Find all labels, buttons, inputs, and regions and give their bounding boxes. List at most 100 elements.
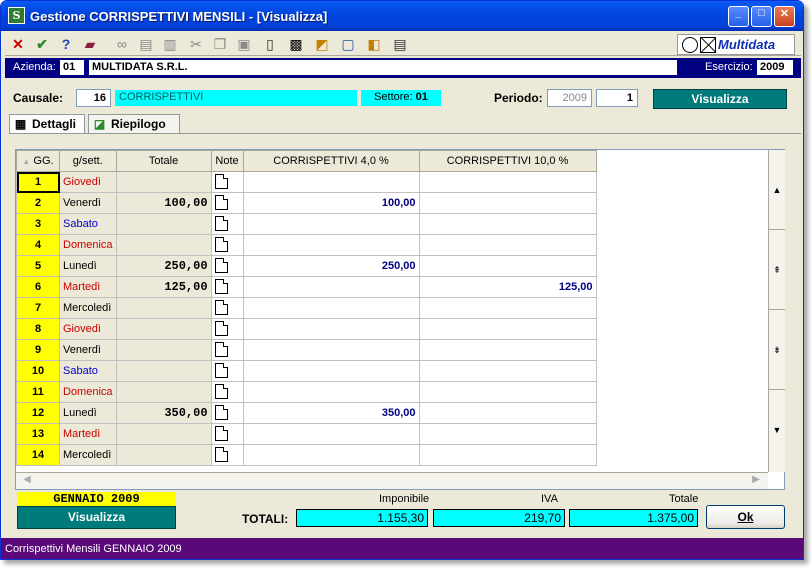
note-cell[interactable] (210, 192, 244, 214)
totale-cell[interactable] (115, 297, 212, 319)
table-row[interactable]: 1 Giovedì (16, 171, 597, 193)
totale-cell[interactable] (115, 423, 212, 445)
corr4-cell[interactable] (242, 360, 420, 382)
totale-cell[interactable] (115, 360, 212, 382)
note-icon[interactable] (214, 195, 228, 210)
note-cell[interactable] (210, 276, 244, 298)
scroll-top-button[interactable]: ▲ (769, 150, 785, 230)
note-icon[interactable] (214, 279, 228, 294)
corr10-cell[interactable]: 125,00 (418, 276, 597, 298)
corr4-cell[interactable] (242, 213, 420, 235)
corr10-cell[interactable] (418, 213, 597, 235)
ruler-icon[interactable]: ◩ (313, 35, 331, 53)
corr10-cell[interactable] (418, 402, 597, 424)
note-icon[interactable] (214, 384, 228, 399)
day-number-cell[interactable]: 2 (16, 192, 60, 214)
col-corr10[interactable]: CORRISPETTIVI 10,0 % (418, 150, 597, 172)
corr4-cell[interactable]: 100,00 (242, 192, 420, 214)
note-icon[interactable] (214, 363, 228, 378)
scroll-bottom-button[interactable]: ▼ (769, 390, 785, 470)
day-number-cell[interactable]: 1 (16, 171, 60, 193)
filter-icon[interactable]: ▩ (287, 35, 305, 53)
note-cell[interactable] (210, 360, 244, 382)
day-number-cell[interactable]: 11 (16, 381, 60, 403)
note-icon[interactable] (214, 174, 228, 189)
corr4-cell[interactable] (242, 297, 420, 319)
corr10-cell[interactable] (418, 381, 597, 403)
table-row[interactable]: 14 Mercoledì (16, 444, 597, 466)
corr4-cell[interactable] (242, 339, 420, 361)
corr10-cell[interactable] (418, 318, 597, 340)
scroll-pagedown-button[interactable]: ⇟ (769, 310, 785, 390)
tab-riepilogo[interactable]: ◪ Riepilogo (88, 114, 180, 134)
note-cell[interactable] (210, 402, 244, 424)
scroll-right-icon[interactable]: ▶ (748, 474, 764, 488)
new-doc-icon[interactable]: ▯ (261, 35, 279, 53)
day-number-cell[interactable]: 10 (16, 360, 60, 382)
note-icon[interactable] (214, 342, 228, 357)
note-icon[interactable] (214, 426, 228, 441)
col-totale[interactable]: Totale (115, 150, 212, 172)
corr4-cell[interactable] (242, 276, 420, 298)
note-icon[interactable] (214, 237, 228, 252)
day-number-cell[interactable]: 8 (16, 318, 60, 340)
corr10-cell[interactable] (418, 360, 597, 382)
totale-cell[interactable] (115, 213, 212, 235)
corr10-cell[interactable] (418, 339, 597, 361)
totale-cell[interactable]: 350,00 (115, 402, 212, 424)
corr10-cell[interactable] (418, 444, 597, 466)
month-visualizza-button[interactable]: Visualizza (17, 506, 176, 529)
day-number-cell[interactable]: 3 (16, 213, 60, 235)
note-icon[interactable] (214, 300, 228, 315)
periodo-anno-field[interactable]: 2009 (547, 89, 592, 107)
maximize-button[interactable]: □ (751, 6, 772, 27)
print-icon[interactable]: ▤ (137, 35, 155, 53)
table-row[interactable]: 5 Lunedì 250,00 250,00 (16, 255, 597, 277)
note-cell[interactable] (210, 339, 244, 361)
table-row[interactable]: 10 Sabato (16, 360, 597, 382)
col-note[interactable]: Note (210, 150, 244, 172)
table-row[interactable]: 9 Venerdì (16, 339, 597, 361)
col-corr4[interactable]: CORRISPETTIVI 4,0 % (242, 150, 420, 172)
note-icon[interactable] (214, 405, 228, 420)
vertical-scrollbar[interactable]: ▲ ⇞ ⇟ ▼ (768, 150, 785, 472)
window-icon[interactable]: ▢ (339, 35, 357, 53)
binoculars-icon[interactable]: ∞ (113, 35, 131, 53)
corr10-cell[interactable] (418, 297, 597, 319)
note-cell[interactable] (210, 255, 244, 277)
note-icon[interactable] (214, 321, 228, 336)
note-cell[interactable] (210, 444, 244, 466)
totale-cell[interactable]: 100,00 (115, 192, 212, 214)
horizontal-scrollbar[interactable]: ◀ ▶ (16, 472, 768, 489)
note-cell[interactable] (210, 171, 244, 193)
totale-cell[interactable] (115, 444, 212, 466)
ok-button[interactable]: Ok (706, 505, 785, 529)
totale-cell[interactable] (115, 339, 212, 361)
corr4-cell[interactable] (242, 444, 420, 466)
note-icon[interactable] (214, 447, 228, 462)
totale-cell[interactable] (115, 318, 212, 340)
note-cell[interactable] (210, 297, 244, 319)
note-icon[interactable] (214, 216, 228, 231)
note-cell[interactable] (210, 234, 244, 256)
visualizza-button[interactable]: Visualizza (653, 89, 787, 109)
table-row[interactable]: 3 Sabato (16, 213, 597, 235)
print-preview-icon[interactable]: ▥ (161, 35, 179, 53)
export-icon[interactable]: ◧ (365, 35, 383, 53)
corr10-cell[interactable] (418, 171, 597, 193)
scroll-left-icon[interactable]: ◀ (19, 474, 35, 488)
close-button[interactable]: ✕ (774, 6, 795, 27)
corr10-cell[interactable] (418, 234, 597, 256)
day-number-cell[interactable]: 13 (16, 423, 60, 445)
book-icon[interactable]: ▰ (81, 35, 99, 53)
copy-icon[interactable]: ❐ (211, 35, 229, 53)
note-icon[interactable] (214, 258, 228, 273)
note-cell[interactable] (210, 318, 244, 340)
day-number-cell[interactable]: 7 (16, 297, 60, 319)
totale-cell[interactable] (115, 381, 212, 403)
causale-code-field[interactable]: 16 (76, 89, 111, 107)
note-cell[interactable] (210, 381, 244, 403)
document-icon[interactable]: ▤ (391, 35, 409, 53)
table-row[interactable]: 4 Domenica (16, 234, 597, 256)
day-number-cell[interactable]: 6 (16, 276, 60, 298)
